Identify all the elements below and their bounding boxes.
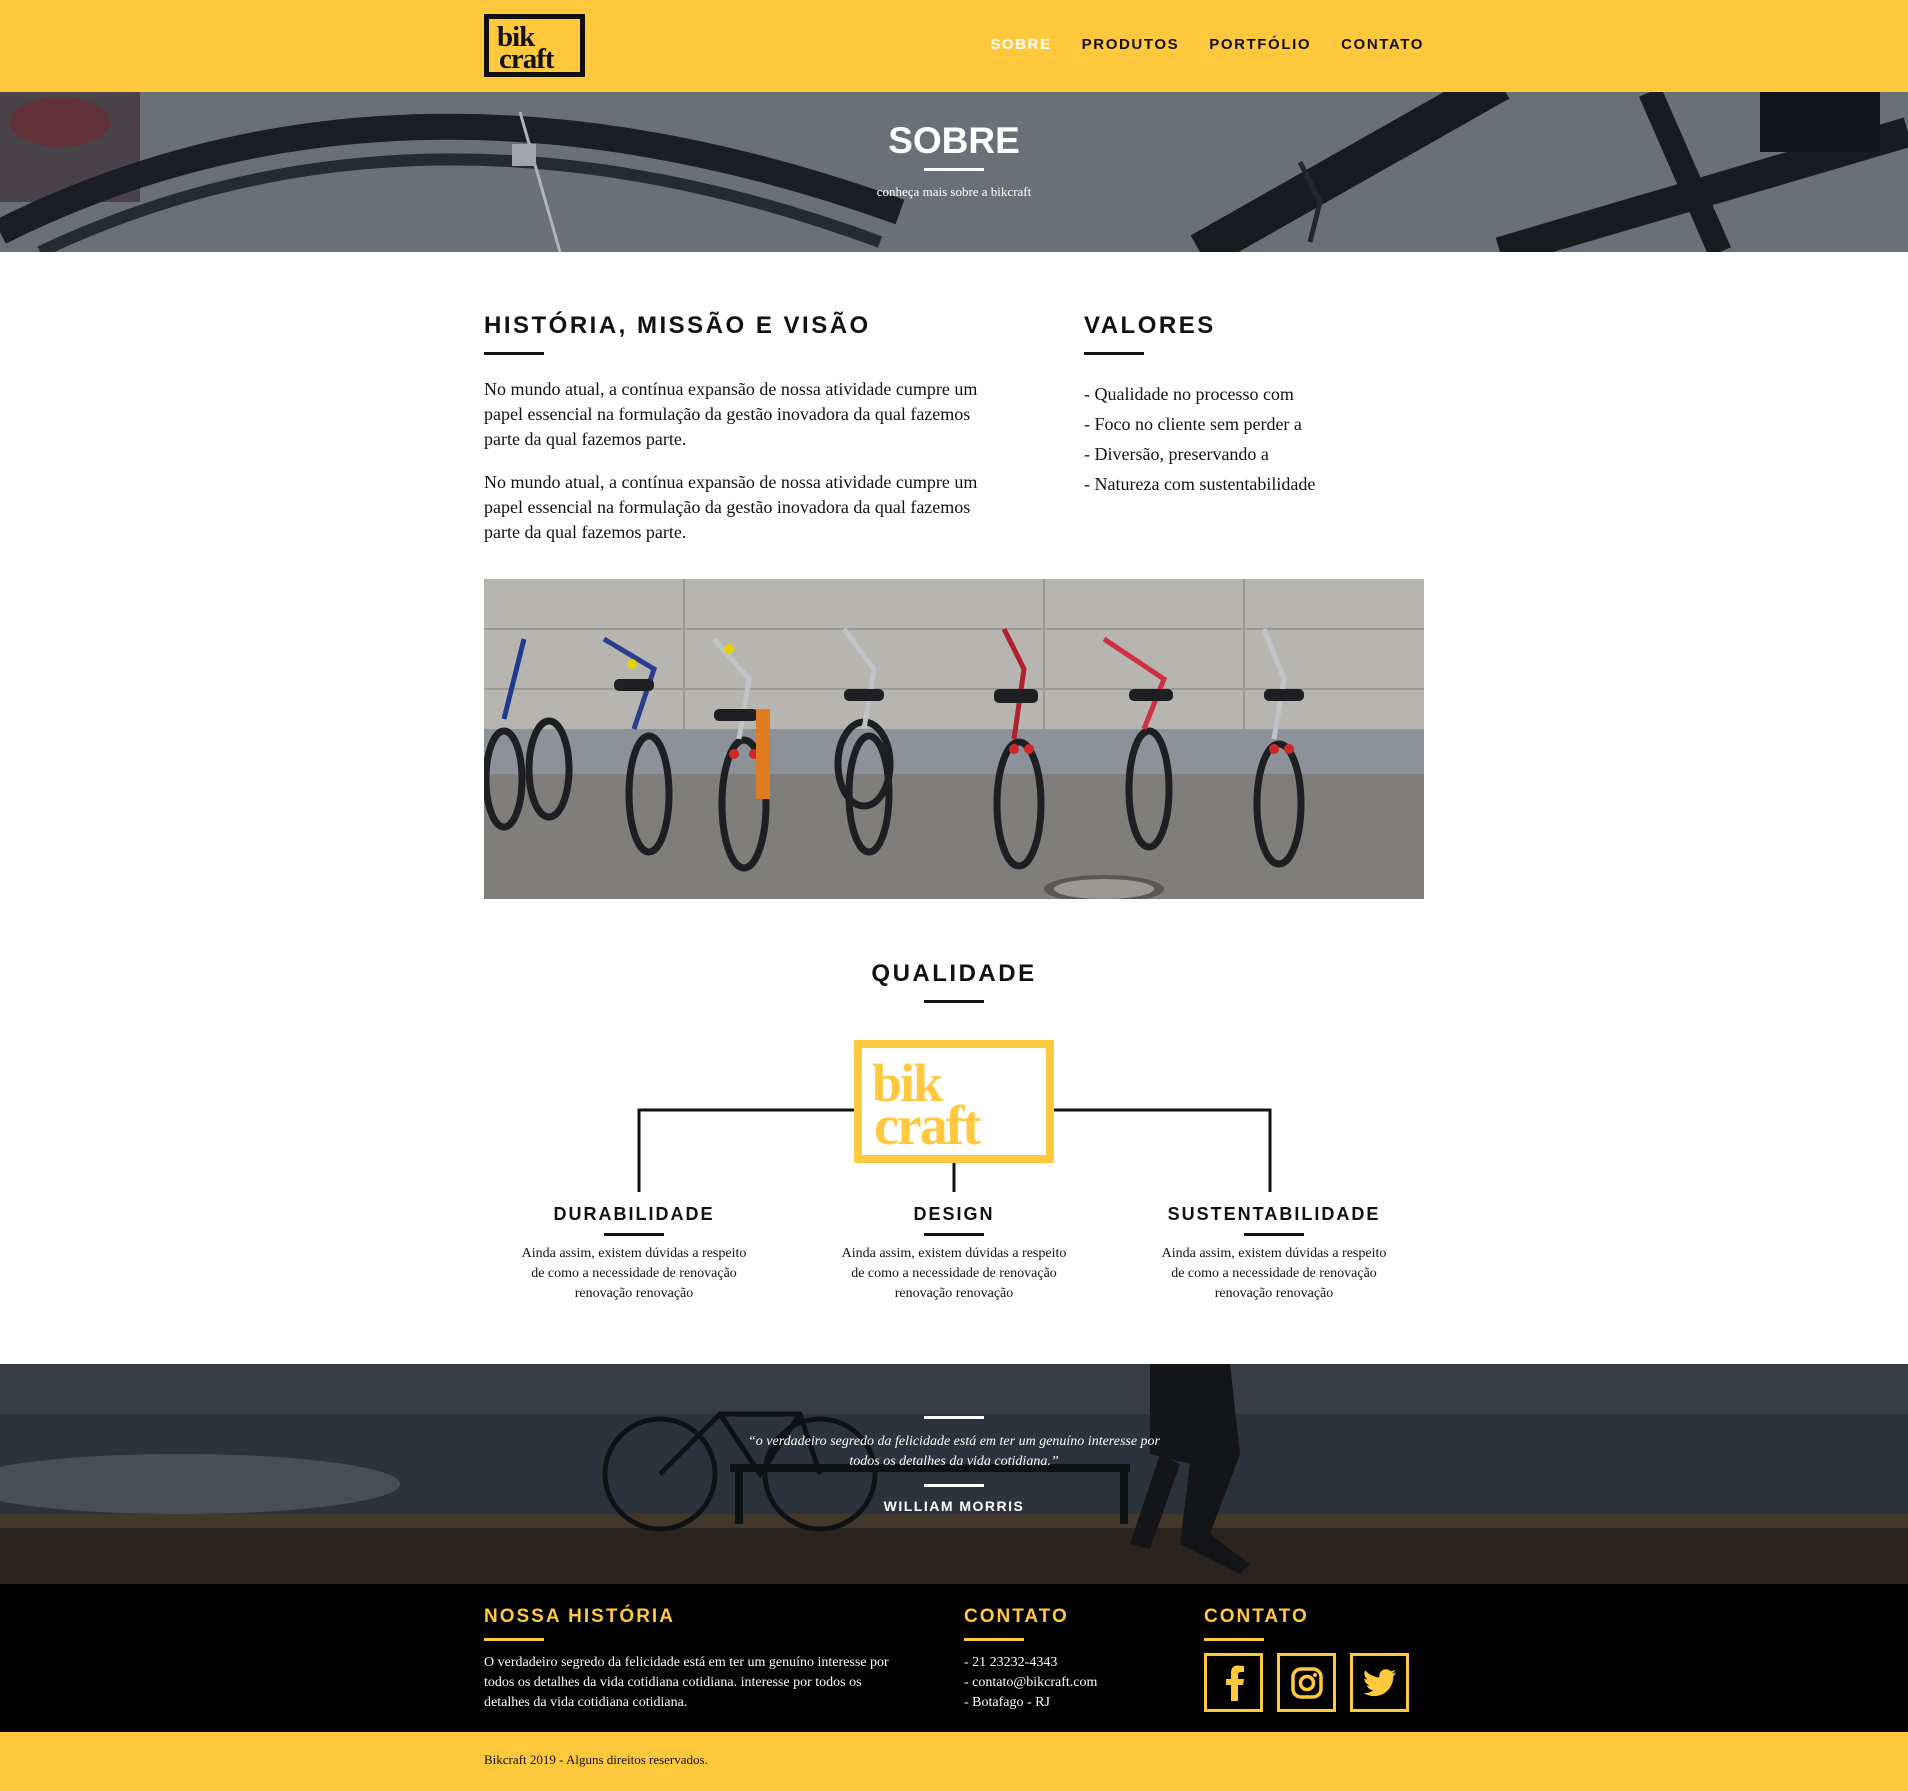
facebook-link[interactable]: [1204, 1653, 1263, 1712]
diagram-bikcraft-logo: bik craft: [854, 1040, 1054, 1163]
nav-link-portfolio[interactable]: PORTFÓLIO: [1209, 36, 1311, 53]
values-item: - Natureza com sustentabilidade: [1084, 474, 1316, 494]
quote-banner: “o verdadeiro segredo da felicidade está…: [0, 1364, 1908, 1584]
site-footer: NOSSA HISTÓRIA O verdadeiro segredo da f…: [0, 1584, 1908, 1732]
feature-description: Ainda assim, existem dúvidas a respeito …: [841, 1246, 1067, 1301]
values-heading: VALORES: [1084, 312, 1216, 339]
nav-link-produtos[interactable]: PRODUTOS: [1082, 36, 1180, 53]
footer-history-divider: [484, 1638, 544, 1641]
hero-banner: SOBRE conheça mais sobre a bikcraft: [0, 92, 1908, 252]
footer-address: - Botafago - RJ: [964, 1695, 1050, 1710]
feature-description: Ainda assim, existem dúvidas a respeito …: [1161, 1246, 1387, 1301]
feature-divider: [1244, 1233, 1304, 1236]
instagram-link[interactable]: [1277, 1653, 1336, 1712]
main-nav: SOBRE PRODUTOS PORTFÓLIO CONTATO: [990, 36, 1424, 53]
quality-diagram: bik craft: [484, 1040, 1424, 1200]
twitter-icon: [1362, 1668, 1396, 1696]
feature-title: SUSTENTABILIDADE: [1167, 1204, 1381, 1224]
facebook-icon: [1225, 1665, 1244, 1701]
quality-heading: QUALIDADE: [871, 960, 1037, 987]
footer-history-heading: NOSSA HISTÓRIA: [484, 1606, 675, 1627]
values-divider: [1084, 352, 1144, 355]
footer-contact: CONTATO - 21 23232-4343 - contato@bikcra…: [964, 1606, 1164, 1713]
footer-social-divider: [1204, 1638, 1264, 1641]
instagram-icon: [1290, 1666, 1323, 1699]
values-item: - Foco no cliente sem perder a: [1084, 414, 1302, 434]
footer-contact-divider: [964, 1638, 1024, 1641]
values-item: - Qualidade no processo com: [1084, 384, 1294, 404]
hero-subtitle: conheça mais sobre a bikcraft: [876, 184, 1032, 199]
logo-line-2: craft: [499, 43, 555, 75]
hero-divider: [924, 168, 984, 171]
nav-link-contato[interactable]: CONTATO: [1341, 36, 1424, 53]
parked-bikes-illustration: [484, 579, 1424, 899]
footer-phone[interactable]: - 21 23232-4343: [964, 1653, 1164, 1673]
feature-title: DESIGN: [913, 1204, 995, 1224]
history-heading: HISTÓRIA, MISSÃO E VISÃO: [484, 312, 871, 339]
history-paragraph-2: No mundo atual, a contínua expansão de n…: [484, 472, 978, 542]
footer-email[interactable]: - contato@bikcraft.com: [964, 1673, 1164, 1693]
hero-overlay: [0, 92, 1908, 252]
feature-title: DURABILIDADE: [553, 1204, 715, 1224]
quote-text: “o verdadeiro segredo da felicidade está…: [747, 1434, 1160, 1469]
quote-divider-bottom: [924, 1484, 984, 1487]
hero-title: SOBRE: [888, 120, 1020, 161]
nav-link-sobre[interactable]: SOBRE: [990, 36, 1051, 53]
values-list: - Qualidade no processo com - Foco no cl…: [1084, 379, 1424, 499]
quality-divider: [924, 1000, 984, 1003]
quote-divider-top: [924, 1416, 984, 1419]
twitter-link[interactable]: [1350, 1653, 1409, 1712]
history-divider: [484, 352, 544, 355]
feature-sustentabilidade: SUSTENTABILIDADE Ainda assim, existem dú…: [1154, 1204, 1394, 1304]
quote-author: WILLIAM MORRIS: [883, 1498, 1025, 1514]
quality-header: QUALIDADE: [0, 960, 1908, 1003]
footer-contact-heading: CONTATO: [964, 1606, 1069, 1627]
copyright-bar: Bikcraft 2019 - Alguns direitos reservad…: [0, 1732, 1908, 1791]
site-header: bik craft SOBRE PRODUTOS PORTFÓLIO CONTA…: [0, 0, 1908, 92]
feature-divider: [924, 1233, 984, 1236]
copyright-text: Bikcraft 2019 - Alguns direitos reservad…: [484, 1752, 708, 1767]
social-links: [1204, 1653, 1424, 1712]
footer-contact-list: - 21 23232-4343 - contato@bikcraft.com -…: [964, 1653, 1164, 1713]
diagram-logo-line-2: craft: [874, 1095, 981, 1157]
footer-history: NOSSA HISTÓRIA O verdadeiro segredo da f…: [484, 1606, 904, 1713]
values-item: - Diversão, preservando a: [1084, 444, 1269, 464]
feature-divider: [604, 1233, 664, 1236]
footer-history-text: O verdadeiro segredo da felicidade está …: [484, 1655, 889, 1710]
history-paragraph-1: No mundo atual, a contínua expansão de n…: [484, 379, 978, 449]
feature-design: DESIGN Ainda assim, existem dúvidas a re…: [834, 1204, 1074, 1304]
quote-overlay: [0, 1364, 1908, 1584]
footer-social: CONTATO: [1204, 1606, 1424, 1712]
bikcraft-logo[interactable]: bik craft: [484, 14, 585, 77]
parked-bikes-photo: [484, 579, 1424, 899]
history-column: HISTÓRIA, MISSÃO E VISÃO No mundo atual,…: [484, 312, 1004, 545]
feature-description: Ainda assim, existem dúvidas a respeito …: [521, 1246, 747, 1301]
values-column: VALORES - Qualidade no processo com - Fo…: [1084, 312, 1424, 499]
footer-social-heading: CONTATO: [1204, 1606, 1309, 1627]
feature-durabilidade: DURABILIDADE Ainda assim, existem dúvida…: [514, 1204, 754, 1304]
